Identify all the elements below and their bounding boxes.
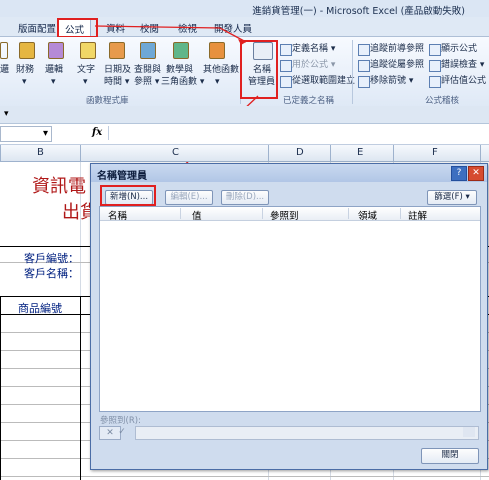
column-header-d[interactable]: D [296, 147, 304, 158]
col-value[interactable]: 值 [192, 208, 202, 222]
names-list[interactable]: 名稱 值 參照到 領域 註解 [99, 206, 481, 412]
name-box[interactable]: ▾ [0, 126, 52, 142]
delete-button[interactable]: 刪除(D)... [221, 190, 269, 205]
filter-button[interactable]: 篩選(F) ▾ [427, 190, 477, 205]
sheet-title-1: 資訊電 [32, 176, 86, 197]
name-box-dropdown[interactable]: ▾ [43, 128, 48, 139]
customer-name-label: 客戶名稱： [24, 267, 79, 280]
qat-arrow[interactable]: ▾ [4, 109, 9, 119]
names-list-header: 名稱 值 參照到 領域 註解 [100, 207, 480, 222]
refers-to-input[interactable] [135, 426, 479, 440]
confirm-edit-icon[interactable]: ✓ [115, 426, 129, 438]
column-header-e[interactable]: E [357, 147, 363, 158]
col-scope[interactable]: 領域 [358, 208, 377, 222]
col-refers-to[interactable]: 參照到 [270, 208, 299, 222]
name-manager-dialog: 名稱管理員 ? ✕ 新增(N)... 編輯(E)... 刪除(D)... 篩選(… [90, 163, 488, 470]
column-header-f[interactable]: F [432, 147, 438, 158]
dialog-titlebar: 名稱管理員 ? ✕ [91, 164, 487, 182]
col-name[interactable]: 名稱 [108, 208, 127, 222]
formula-input[interactable] [108, 126, 489, 140]
dialog-title: 名稱管理員 [97, 171, 147, 182]
collapse-dialog-icon[interactable] [463, 427, 475, 437]
quick-access-bar: ▾ [0, 106, 489, 124]
close-x-button[interactable]: ✕ [468, 166, 484, 181]
arrow-tab-to-button [94, 25, 247, 43]
refers-to-label: 參照到(R): [100, 416, 141, 426]
fx-icon[interactable]: fx [92, 127, 102, 138]
edit-button[interactable]: 編輯(E)... [165, 190, 213, 205]
product-id-header: 商品編號 [18, 302, 62, 315]
close-button[interactable]: 關閉 [421, 448, 479, 464]
column-header-c[interactable]: C [172, 147, 179, 158]
column-header-b[interactable]: B [37, 147, 44, 158]
column-headers: B C D E F [0, 145, 489, 162]
col-comment[interactable]: 註解 [408, 208, 427, 222]
customer-id-label: 客戶編號： [24, 252, 79, 265]
help-button[interactable]: ? [451, 166, 467, 181]
formula-bar: ▾ fx [0, 124, 489, 145]
new-button-highlight [100, 185, 156, 206]
